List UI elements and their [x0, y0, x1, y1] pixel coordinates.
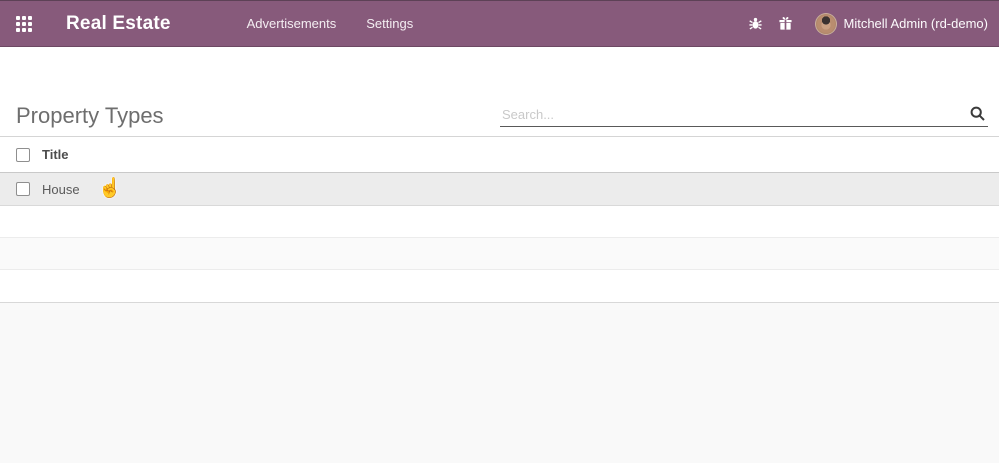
list-header-row: Title	[0, 136, 999, 173]
control-panel: Property Types Search... CREATE Filters …	[0, 47, 999, 169]
debug-bug-icon[interactable]	[741, 16, 771, 31]
menu-item-settings[interactable]: Settings	[362, 2, 417, 45]
select-all-checkbox[interactable]	[16, 147, 30, 162]
search-icon[interactable]	[969, 105, 986, 127]
menu-item-advertisements[interactable]: Advertisements	[243, 2, 341, 45]
page-title: Property Types	[16, 103, 164, 128]
empty-row	[0, 206, 999, 238]
column-header-title[interactable]: Title	[42, 147, 69, 162]
bug-icon	[749, 17, 762, 30]
navbar-right: Mitchell Admin (rd-demo)	[741, 12, 989, 35]
row-title-cell: House	[42, 181, 80, 197]
hand-pointer-cursor: ☝	[98, 178, 122, 199]
gift-box-icon	[779, 16, 792, 30]
content-background	[0, 302, 999, 463]
empty-row	[0, 270, 999, 302]
apps-menu-button[interactable]	[16, 15, 32, 32]
gift-icon[interactable]	[771, 16, 801, 31]
search-placeholder: Search...	[502, 107, 555, 122]
list-row-house[interactable]: House ☝	[0, 173, 999, 206]
search-input[interactable]: Search...	[500, 103, 988, 127]
top-navbar: Real Estate Advertisements Settings Mitc…	[0, 1, 999, 47]
row-checkbox[interactable]	[16, 182, 30, 196]
main-menu: Advertisements Settings	[243, 2, 418, 45]
apps-grid-icon	[16, 15, 32, 32]
empty-row	[0, 238, 999, 270]
list-view: Title House ☝	[0, 136, 999, 302]
user-menu[interactable]: Mitchell Admin (rd-demo)	[844, 16, 989, 31]
app-brand[interactable]: Real Estate	[66, 13, 171, 35]
user-avatar[interactable]	[814, 12, 837, 35]
